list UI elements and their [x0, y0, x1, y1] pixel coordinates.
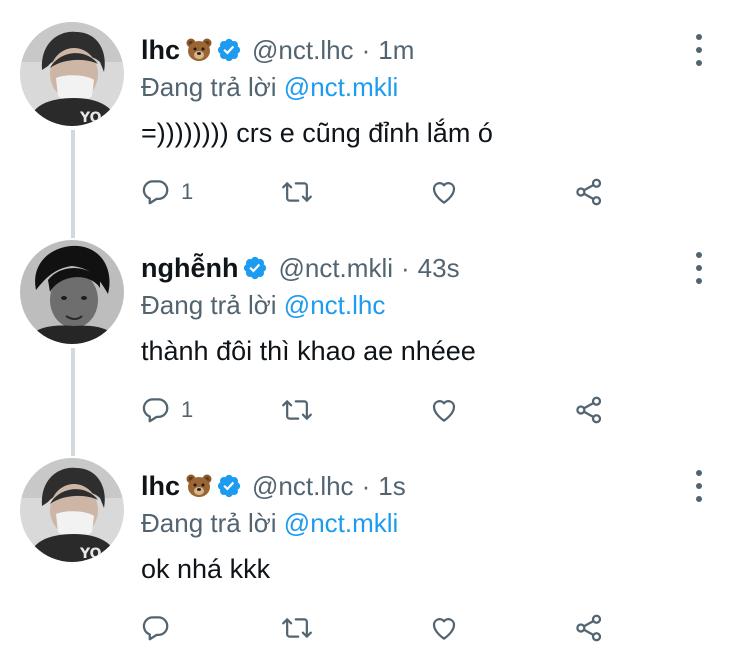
share-button[interactable]	[573, 608, 605, 648]
tweet-header: nghễnh @nct.mkli · 43s	[141, 248, 460, 288]
more-options-icon[interactable]	[692, 470, 706, 502]
heart-icon	[432, 182, 456, 204]
reply-count: 1	[181, 179, 194, 204]
tweet-header: lhc @nct.lhc · 1s	[141, 466, 406, 506]
bear-face-icon	[186, 474, 212, 498]
tweet-actions	[141, 608, 611, 648]
separator-dot: ·	[361, 34, 371, 65]
verified-badge-icon	[216, 473, 242, 499]
tweet-text: thành đôi thì khao ae nhéee	[141, 336, 476, 366]
reply-button[interactable]	[141, 608, 181, 648]
thread-line	[71, 436, 75, 456]
reply-icon	[142, 616, 169, 641]
avatar[interactable]	[20, 240, 124, 344]
svg-text:YO: YO	[79, 110, 102, 126]
tweet-header: lhc @nct.lhc · 1m	[141, 30, 414, 70]
retweet-button[interactable]	[281, 608, 313, 648]
user-handle[interactable]: @nct.lhc	[252, 35, 354, 66]
bear-face-icon	[186, 38, 212, 62]
display-name[interactable]: lhc	[141, 471, 180, 502]
like-button[interactable]	[428, 172, 460, 212]
share-button[interactable]	[573, 390, 605, 430]
like-button[interactable]	[428, 390, 460, 430]
separator-dot: ·	[401, 252, 410, 283]
verified-badge-icon	[216, 37, 242, 63]
reply-icon	[142, 180, 169, 205]
share-icon	[576, 396, 602, 424]
tweet[interactable]: nghễnh @nct.mkli · 43s Đang trả lời @nct…	[0, 218, 750, 436]
replying-to-label: Đang trả lời	[141, 290, 277, 320]
replying-to-mention[interactable]: @nct.lhc	[284, 290, 386, 320]
user-handle[interactable]: @nct.lhc	[252, 471, 354, 502]
share-button[interactable]	[573, 172, 605, 212]
tweet[interactable]: YO lhc @nct.lhc · 1m Đang trả lời @nct.m…	[0, 0, 750, 218]
avatar[interactable]: YO	[20, 22, 124, 126]
retweet-icon	[282, 182, 312, 202]
svg-text:YO: YO	[79, 546, 102, 562]
tweet-actions: 1	[141, 172, 611, 212]
separator-dot: ·	[361, 470, 371, 501]
tweet-actions: 1	[141, 390, 611, 430]
reply-icon	[142, 398, 169, 423]
tweet-text: =)))))))) crs e cũng đỉnh lắm ó	[141, 118, 493, 148]
timestamp[interactable]: 1m	[378, 35, 414, 66]
tweet[interactable]: YO lhc @nct.lhc · 1s Đang trả lời @nct.m…	[0, 436, 750, 651]
replying-to: Đang trả lời @nct.mkli	[141, 72, 398, 103]
thread-line	[71, 348, 75, 436]
user-handle[interactable]: @nct.mkli	[278, 253, 393, 284]
heart-icon	[432, 618, 456, 640]
replying-to: Đang trả lời @nct.mkli	[141, 508, 398, 539]
replying-to-label: Đang trả lời	[141, 508, 277, 538]
retweet-icon	[282, 618, 312, 638]
replying-to-mention[interactable]: @nct.mkli	[284, 72, 399, 102]
retweet-button[interactable]	[281, 172, 313, 212]
avatar[interactable]: YO	[20, 458, 124, 562]
replying-to: Đang trả lời @nct.lhc	[141, 290, 385, 321]
more-options-icon[interactable]	[692, 252, 706, 284]
more-options-icon[interactable]	[692, 34, 706, 66]
timestamp[interactable]: 1s	[378, 471, 405, 502]
share-icon	[576, 178, 602, 206]
display-name[interactable]: lhc	[141, 35, 180, 66]
timestamp[interactable]: 43s	[418, 253, 460, 284]
reply-button[interactable]: 1	[141, 390, 193, 430]
like-button[interactable]	[428, 608, 460, 648]
share-icon	[576, 614, 602, 642]
thread-line	[71, 130, 75, 218]
tweet-text: ok nhá kkk	[141, 554, 271, 584]
thread-line	[71, 218, 75, 238]
retweet-icon	[282, 400, 312, 420]
replying-to-mention[interactable]: @nct.mkli	[284, 508, 399, 538]
display-name[interactable]: nghễnh	[141, 253, 238, 284]
reply-count: 1	[181, 397, 194, 422]
retweet-button[interactable]	[281, 390, 313, 430]
heart-icon	[432, 400, 456, 422]
reply-button[interactable]: 1	[141, 172, 193, 212]
replying-to-label: Đang trả lời	[141, 72, 277, 102]
verified-badge-icon	[242, 255, 268, 281]
